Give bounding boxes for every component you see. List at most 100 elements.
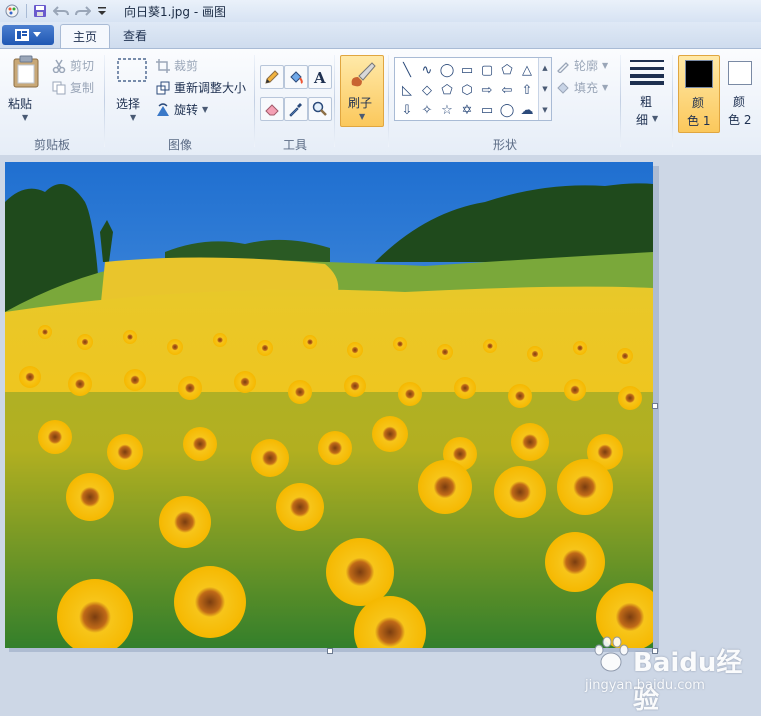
fill-tool[interactable] (284, 65, 308, 89)
text-a-icon: A (313, 69, 326, 85)
tools-group-label: 工具 (282, 138, 307, 152)
sunflower-image[interactable] (5, 162, 653, 648)
diamond-shape-icon[interactable]: ◇ (417, 80, 437, 100)
eraser-icon (265, 104, 279, 116)
size-button[interactable]: 粗 细 ▼ (626, 55, 668, 131)
four-point-star-shape-icon[interactable]: ✧ (417, 100, 437, 120)
color1-button[interactable]: 颜 色 1 (678, 55, 720, 133)
crop-icon (156, 58, 170, 73)
clipboard-group-label: 剪贴板 (33, 138, 70, 152)
color1-label-line2: 色 1 (687, 114, 711, 128)
fill-button[interactable]: 填充 ▼ (556, 79, 608, 96)
right-triangle-shape-icon[interactable]: ◺ (397, 80, 417, 100)
cut-button[interactable]: 剪切 (52, 57, 94, 74)
outline-icon (557, 61, 569, 73)
file-menu-button[interactable] (2, 25, 54, 45)
brushes-label: 刷子 (348, 96, 373, 110)
outline-label: 轮廓 (574, 59, 599, 73)
line-shape-icon[interactable]: ╲ (397, 60, 417, 80)
watermark-url: jingyan.baidu.com (585, 678, 705, 693)
fill-icon (557, 81, 569, 94)
six-point-star-shape-icon[interactable]: ✡ (457, 100, 477, 120)
resize-icon (156, 81, 170, 94)
color1-label-line1: 颜 (692, 96, 705, 110)
fill-label: 填充 (574, 81, 599, 95)
size-label-line2: 细 (636, 113, 649, 127)
color2-swatch (728, 61, 752, 85)
oval-shape-icon[interactable]: ◯ (437, 60, 457, 80)
resize-label: 重新调整大小 (174, 81, 247, 95)
paste-button[interactable]: 粘贴 ▼ (6, 55, 46, 129)
tab-home[interactable]: 主页 (60, 24, 110, 49)
select-label: 选择 (116, 97, 141, 111)
resize-handle-bottom[interactable] (327, 648, 333, 654)
curve-shape-icon[interactable]: ∿ (417, 60, 437, 80)
scissors-icon (52, 59, 66, 73)
rect-callout-shape-icon[interactable]: ▭ (477, 100, 497, 120)
brush-icon (351, 62, 376, 87)
scroll-up-icon[interactable]: ▲ (542, 64, 547, 72)
brushes-button[interactable]: 刷子 ▼ (340, 55, 384, 127)
qat-separator (26, 4, 27, 18)
color2-label-line1: 颜 (733, 95, 746, 109)
group-separator (620, 55, 621, 147)
clipboard-group: 粘贴 ▼ 剪切 复制 剪贴板 (0, 49, 104, 155)
down-arrow-shape-icon[interactable]: ⇩ (397, 100, 417, 120)
redo-icon[interactable] (75, 4, 91, 18)
up-arrow-shape-icon[interactable]: ⇧ (517, 80, 537, 100)
fill-bucket-icon (290, 71, 303, 84)
cut-label: 剪切 (70, 59, 95, 73)
image-group: 选择 ▼ 裁剪 重新调整大小 旋转 ▼ 图像 (106, 49, 254, 155)
group-separator (388, 55, 389, 147)
copy-button[interactable]: 复制 (52, 79, 94, 96)
resize-button[interactable]: 重新调整大小 (156, 79, 246, 96)
group-separator (672, 55, 673, 147)
text-tool[interactable]: A (308, 65, 332, 89)
pencil-tool[interactable] (260, 65, 284, 89)
eraser-tool[interactable] (260, 97, 284, 121)
magnifier-tool[interactable] (308, 97, 332, 121)
cloud-callout-shape-icon[interactable]: ☁ (517, 100, 537, 120)
hexagon-shape-icon[interactable]: ⬡ (457, 80, 477, 100)
select-dropdown-icon: ▼ (130, 113, 137, 122)
oval-callout-shape-icon[interactable]: ◯ (497, 100, 517, 120)
select-button[interactable]: 选择 ▼ (112, 55, 152, 129)
baidu-watermark: Baidu经验 jingyan.baidu.com (585, 628, 755, 715)
rectangle-shape-icon[interactable]: ▭ (457, 60, 477, 80)
color1-swatch (685, 60, 713, 88)
paw-icon (594, 636, 629, 672)
image-group-label: 图像 (167, 138, 192, 152)
group-separator (254, 55, 255, 147)
triangle-shape-icon[interactable]: △ (517, 60, 537, 80)
crop-button[interactable]: 裁剪 (156, 57, 198, 74)
paste-dropdown-icon: ▼ (22, 113, 29, 122)
tab-view[interactable]: 查看 (120, 24, 150, 48)
scroll-down-icon[interactable]: ▼ (542, 85, 547, 93)
polygon-shape-icon[interactable]: ⬠ (497, 60, 517, 80)
resize-handle-right[interactable] (652, 403, 658, 409)
left-arrow-shape-icon[interactable]: ⇦ (497, 80, 517, 100)
size-label-line1: 粗 (640, 95, 653, 109)
paint-app-icon[interactable] (4, 3, 20, 19)
five-point-star-shape-icon[interactable]: ☆ (437, 100, 457, 120)
color2-label-line2: 色 2 (728, 113, 752, 127)
color-picker-tool[interactable] (284, 97, 308, 121)
clipboard-icon (13, 55, 39, 88)
copy-icon (52, 81, 66, 94)
pencil-icon (265, 70, 279, 84)
undo-icon[interactable] (53, 4, 69, 18)
fill-dropdown-icon: ▼ (602, 83, 609, 92)
line-size-icon (630, 60, 664, 85)
rounded-rectangle-shape-icon[interactable]: ▢ (477, 60, 497, 80)
rotate-button[interactable]: 旋转 ▼ (156, 101, 208, 118)
pentagon-shape-icon[interactable]: ⬠ (437, 80, 457, 100)
outline-button[interactable]: 轮廓 ▼ (556, 57, 608, 74)
right-arrow-shape-icon[interactable]: ⇨ (477, 80, 497, 100)
color2-button[interactable]: 颜 色 2 (722, 55, 761, 131)
customize-qat-icon[interactable] (97, 4, 107, 18)
window-title: 向日葵1.jpg - 画图 (124, 5, 226, 19)
shapes-scroll[interactable]: ▲ ▼ ▼ (538, 58, 551, 120)
expand-gallery-icon[interactable]: ▼ (542, 106, 547, 114)
rotate-label: 旋转 (174, 103, 199, 117)
save-icon[interactable] (33, 4, 47, 18)
